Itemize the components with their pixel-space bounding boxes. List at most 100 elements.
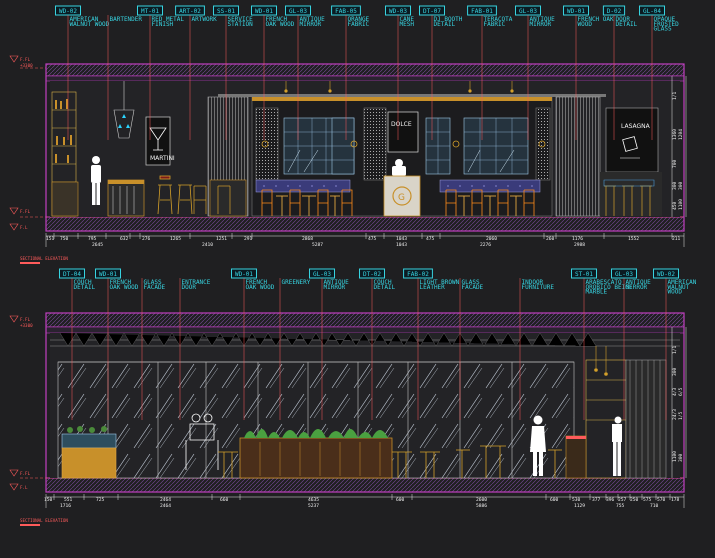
dim-label: 1552 — [628, 236, 639, 242]
dim-label: 250 — [630, 497, 639, 503]
dim-label: 632 — [120, 236, 129, 242]
dim-label: 178 — [671, 497, 680, 503]
height-label: 300 — [672, 181, 678, 190]
level-label: F.L — [20, 225, 28, 230]
tag-code: GL-03 — [289, 8, 307, 15]
dim-label: 2868 — [302, 236, 313, 242]
height-label: 4/3 — [672, 387, 678, 396]
lower-level-markers: F.FL +3300 F.FL F.L — [9, 315, 33, 491]
tag-code: WD-03 — [389, 8, 407, 15]
tag-code: FAB-05 — [335, 8, 357, 15]
tag-note: ANTIQUE MIRROR — [626, 279, 652, 291]
dim-label: 276 — [142, 236, 151, 242]
tag-note: GLASS FACADE — [144, 279, 166, 291]
svg-text:G: G — [398, 193, 405, 203]
subdim-label: 2276 — [480, 242, 491, 248]
level-label: F.FL — [20, 471, 31, 476]
lasagna-label: LASAGNA — [621, 123, 651, 130]
subdim-label: 1129 — [574, 503, 585, 509]
dim-label: 600 — [550, 497, 559, 503]
tag-note: FRENCH OAK WOOD — [246, 279, 275, 291]
tag-note: SERVICE STATION — [228, 16, 254, 28]
tag-code: FAB-01 — [471, 8, 493, 15]
dim-label: 475 — [426, 236, 435, 242]
tag-code: WD-02 — [657, 271, 675, 278]
subdim-label: 2410 — [202, 242, 213, 248]
tag-note: ANTIQUE MIRROR — [300, 16, 326, 28]
dim-label: 1251 — [216, 236, 227, 242]
dim-label: 660 — [220, 497, 229, 503]
dim-label: 1265 — [170, 236, 181, 242]
dim-label: 475 — [368, 236, 377, 242]
level-label: +3300 — [20, 323, 33, 328]
subdim-label: 755 — [616, 503, 625, 509]
tag-note: COUCH DETAIL — [74, 279, 96, 291]
height-label: 300 — [678, 181, 684, 190]
tag-code: D-02 — [607, 8, 622, 15]
dim-label: 570 — [657, 497, 666, 503]
section-caption: SECTIONAL ELEVATION — [20, 518, 68, 523]
level-label: +3300 — [20, 63, 33, 68]
dim-label: 530 — [572, 497, 581, 503]
tag-note: BARTENDER — [110, 16, 143, 23]
cad-drawing-sheet: { "sections": [ { "name": "upper-elevati… — [0, 0, 715, 558]
subdim-label: 2645 — [92, 242, 103, 248]
subdim-label: 1043 — [396, 242, 407, 248]
drawing-canvas: MARTINI DOLCE G LASAGNA 151 750 795 632 … — [9, 5, 697, 526]
tag-note: CANE MESH — [400, 16, 415, 28]
height-label: 1100 — [672, 451, 678, 462]
subdim-label: 5237 — [308, 503, 319, 509]
level-label: F.L — [20, 485, 28, 490]
subdim-label: 710 — [650, 503, 659, 509]
dim-label: 2060 — [486, 236, 497, 242]
tag-code: ST-01 — [575, 271, 593, 278]
tag-note: GLASS FACADE — [462, 279, 484, 291]
tag-code: GL-03 — [615, 271, 633, 278]
tag-code: WD-01 — [567, 8, 585, 15]
upper-dimension-labels: 151 750 795 632 276 1265 1251 291 2868 4… — [46, 236, 681, 248]
tag-code: FAB-02 — [407, 271, 429, 278]
tag-note: OPAQUE FROSTED GLASS — [654, 16, 680, 33]
dim-label: 260 — [546, 236, 555, 242]
tag-note: COUCH DETAIL — [374, 279, 396, 291]
tag-code: GL-03 — [313, 271, 331, 278]
subdim-label: 5287 — [312, 242, 323, 248]
upper-level-markers: F.FL +3300 F.FL F.L — [9, 55, 33, 231]
height-label: 1360 — [672, 129, 678, 140]
tag-note: RED METAL FINISH — [152, 16, 185, 28]
subdim-label: 1716 — [60, 503, 71, 509]
level-label: F.FL — [20, 209, 31, 214]
tag-note: FRENCH OAK WOOD — [266, 16, 295, 28]
tag-note: INDOOR FURNITURE — [522, 279, 555, 291]
tag-note: ANTIQUE MIRROR — [324, 279, 350, 291]
level-label: F.FL — [20, 57, 31, 62]
tag-code: SS-01 — [217, 8, 235, 15]
dim-label: 4635 — [308, 497, 319, 503]
dim-label: 551 — [64, 497, 73, 503]
lower-elevation: 150 551 725 2464 660 4635 600 2600 600 5… — [9, 312, 687, 526]
height-label: 450 — [672, 201, 678, 210]
tag-code: GL-04 — [643, 8, 661, 15]
height-label: 300 — [672, 367, 678, 376]
subdim-label: 2988 — [574, 242, 585, 248]
height-label: 1/5 — [678, 411, 684, 420]
height-label: 1100 — [678, 199, 684, 210]
tag-code: WD-01 — [255, 8, 273, 15]
planter-greenery — [239, 429, 393, 479]
dim-label: 377 — [592, 497, 601, 503]
tag-note: GREENERY — [282, 279, 311, 286]
tag-code: WD-01 — [99, 271, 117, 278]
tag-code: WD-01 — [235, 271, 253, 278]
tag-note: FRENCH OAK WOOD — [578, 16, 615, 28]
dim-label: 257 — [618, 497, 627, 503]
dim-label: 725 — [96, 497, 105, 503]
tag-note: FRENCH OAK WOOD — [110, 279, 139, 291]
height-label: 6/5 — [678, 387, 684, 396]
dim-label: 151 — [46, 236, 55, 242]
dim-label: 2600 — [476, 497, 487, 503]
dim-label: 396 — [606, 497, 615, 503]
dim-label: 211 — [672, 236, 681, 242]
tag-note: AMERICAN WALNUT WOOD — [70, 16, 110, 28]
subdim-label: 5886 — [476, 503, 487, 509]
level-label: F.FL — [20, 317, 31, 322]
